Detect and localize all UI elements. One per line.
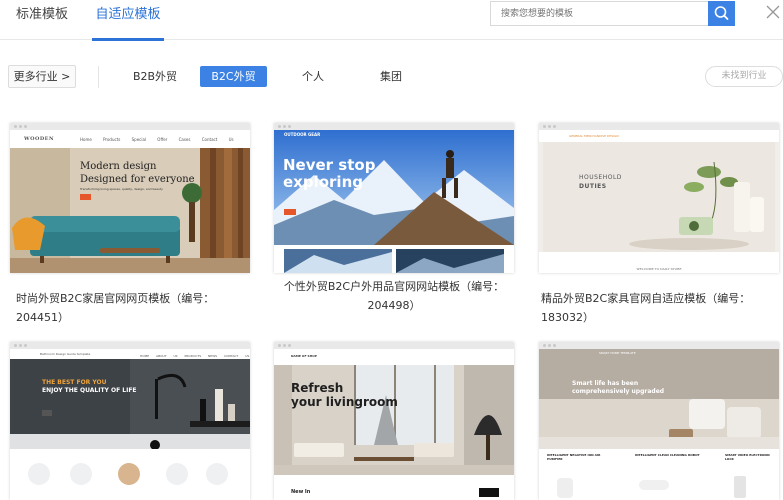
divider (98, 66, 99, 88)
browser-bar (539, 123, 779, 130)
browser-bar (10, 123, 250, 130)
template-card[interactable]: Bathroom Design Guide template HOME ABOU… (10, 342, 250, 500)
preview-image (539, 142, 779, 252)
browser-bar (274, 123, 514, 130)
browser-bar (539, 342, 779, 349)
tab-responsive-templates[interactable]: 自适应模板 (92, 0, 164, 41)
search-button[interactable] (708, 1, 735, 26)
tab-standard-templates[interactable]: 标准模板 (16, 0, 68, 40)
template-thumbnail[interactable]: NAME OF SHOP Refresh your livingroom New… (274, 342, 514, 500)
filter-b2b[interactable]: B2B外贸 (124, 66, 186, 87)
template-thumbnail[interactable]: Bathroom Design Guide template HOME ABOU… (10, 342, 250, 500)
preview-nav: WOODEN Home Products Special Offer Cases… (10, 130, 250, 148)
top-header: 标准模板 自适应模板 (0, 0, 783, 41)
preview-image (274, 130, 514, 273)
template-card[interactable]: SMART HOME TEMPLATE Smart life has been … (539, 342, 779, 500)
close-icon[interactable] (766, 5, 780, 19)
filter-b2c[interactable]: B2C外贸 (200, 66, 267, 87)
template-card[interactable]: OUTDOOR GEAR Never stop exploring 个性外贸B2… (274, 123, 514, 323)
template-thumbnail[interactable]: WOODEN Home Products Special Offer Cases… (10, 123, 250, 273)
filter-personal[interactable]: 个人 (292, 66, 334, 87)
more-industries-button[interactable]: 更多行业 > (8, 65, 76, 88)
template-thumbnail[interactable]: GENERAL MERCHANDISE DESIGN HOUSEHOLD DUT… (539, 123, 779, 273)
template-card[interactable]: GENERAL MERCHANDISE DESIGN HOUSEHOLD DUT… (539, 123, 779, 324)
template-card[interactable]: NAME OF SHOP Refresh your livingroom New… (274, 342, 514, 500)
template-thumbnail[interactable]: OUTDOOR GEAR Never stop exploring (274, 123, 514, 273)
template-title[interactable]: 精品外贸B2C家具官网自适应模板（编号：183032） (541, 289, 781, 327)
industry-not-found-button[interactable]: 未找到行业 (705, 66, 783, 87)
template-title[interactable]: 个性外贸B2C户外用品官网网站模板（编号： 204498） (274, 277, 514, 315)
template-card[interactable]: WOODEN Home Products Special Offer Cases… (10, 123, 250, 324)
browser-bar (274, 342, 514, 349)
filter-group[interactable]: 集团 (370, 66, 412, 87)
browser-bar (10, 342, 250, 349)
search-box (490, 1, 735, 26)
template-thumbnail[interactable]: SMART HOME TEMPLATE Smart life has been … (539, 342, 779, 500)
search-input[interactable] (491, 2, 708, 25)
search-icon (714, 6, 729, 20)
preview-image (539, 349, 779, 449)
template-title[interactable]: 时尚外贸B2C家居官网网页模板（编号：204451） (16, 289, 256, 327)
